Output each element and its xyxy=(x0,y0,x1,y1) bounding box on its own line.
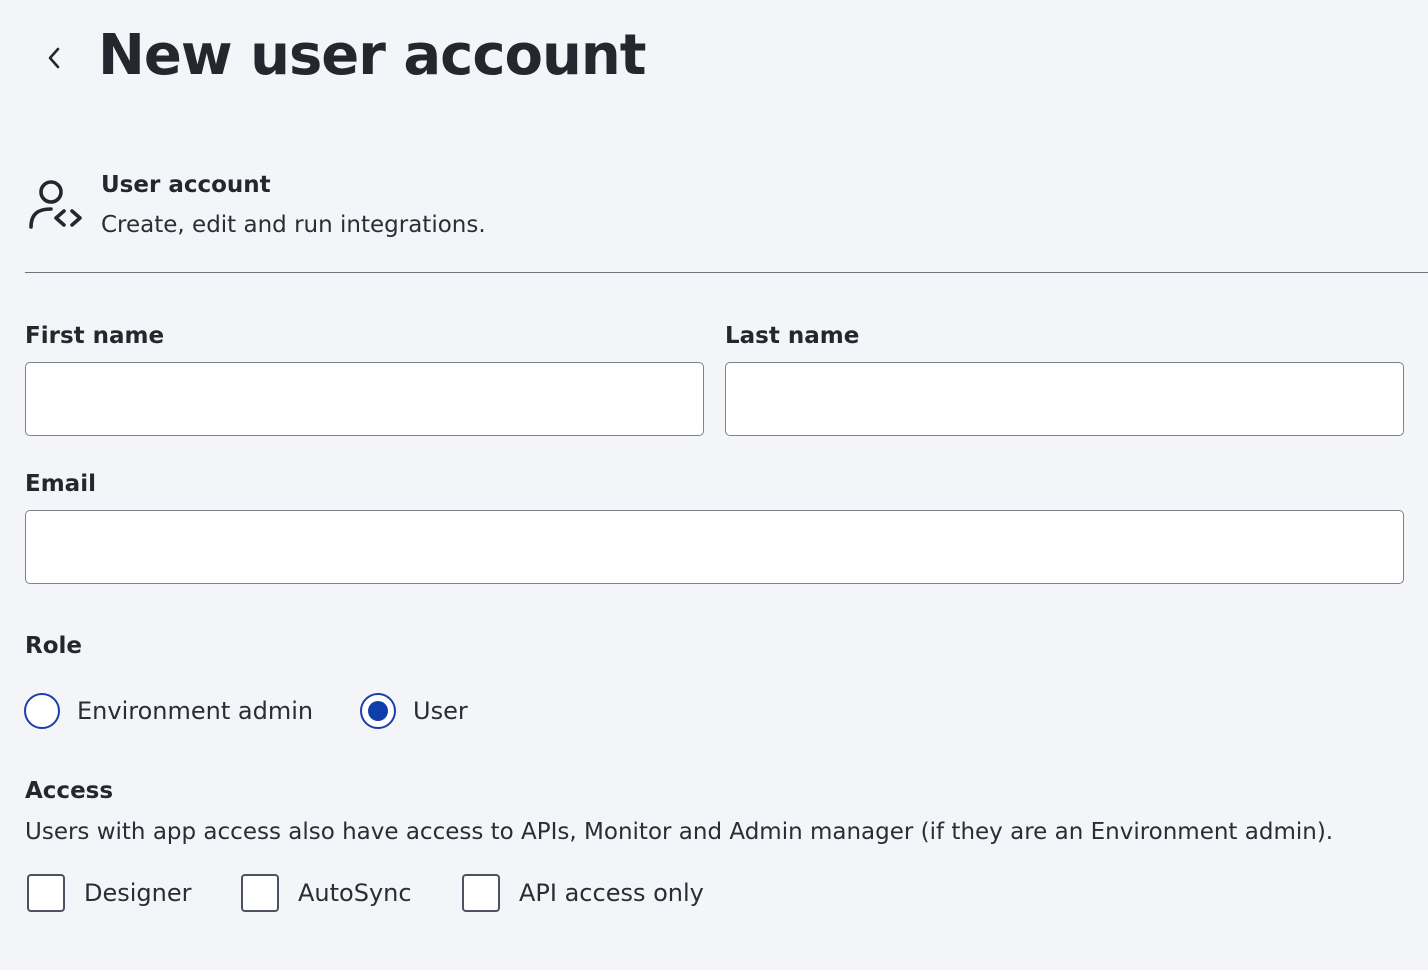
new-user-account-page: New user account User account Create, ed… xyxy=(0,0,1428,970)
access-description: Users with app access also have access t… xyxy=(25,819,1334,845)
role-option-user[interactable]: User xyxy=(360,692,468,730)
page-title: New user account xyxy=(98,23,647,88)
email-label: Email xyxy=(25,471,96,497)
checkbox-unchecked[interactable] xyxy=(241,874,279,912)
section-divider xyxy=(25,272,1428,273)
access-option-designer[interactable]: Designer xyxy=(27,873,192,913)
email-input[interactable] xyxy=(25,510,1404,584)
account-type-description: Create, edit and run integrations. xyxy=(101,212,486,238)
checkbox-unchecked[interactable] xyxy=(462,874,500,912)
radio-selected-dot xyxy=(368,701,388,721)
first-name-label: First name xyxy=(25,323,165,349)
last-name-label: Last name xyxy=(725,323,860,349)
role-option-environment-admin[interactable]: Environment admin xyxy=(24,692,313,730)
access-option-label: AutoSync xyxy=(298,879,412,907)
access-option-label: API access only xyxy=(519,879,704,907)
role-option-label: User xyxy=(413,697,468,725)
last-name-input[interactable] xyxy=(725,362,1404,436)
radio-button-selected[interactable] xyxy=(360,693,396,729)
checkbox-unchecked[interactable] xyxy=(27,874,65,912)
role-label: Role xyxy=(25,633,82,659)
access-option-api-access-only[interactable]: API access only xyxy=(462,873,704,913)
chevron-left-icon xyxy=(48,47,60,69)
access-option-autosync[interactable]: AutoSync xyxy=(241,873,412,913)
access-label: Access xyxy=(25,778,114,804)
access-option-label: Designer xyxy=(84,879,192,907)
back-button[interactable] xyxy=(36,38,72,78)
radio-button-unselected[interactable] xyxy=(24,693,60,729)
account-type-title: User account xyxy=(101,172,271,198)
role-option-label: Environment admin xyxy=(77,697,314,725)
user-code-icon xyxy=(29,180,82,229)
first-name-input[interactable] xyxy=(25,362,704,436)
